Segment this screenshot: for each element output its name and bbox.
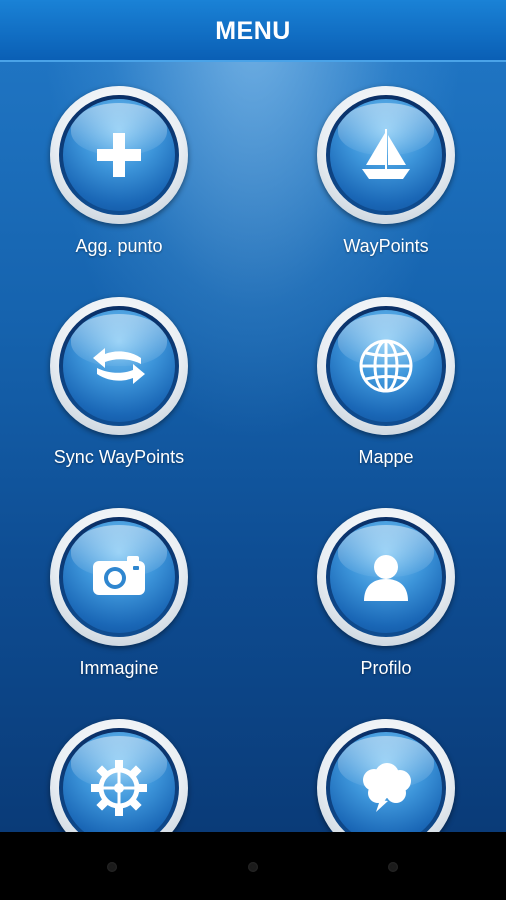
menu-item-waypoints[interactable]: WayPoints <box>286 72 486 262</box>
title-bar: MENU <box>0 0 506 62</box>
camera-icon <box>93 556 145 595</box>
menu-item-add-point[interactable]: Agg. punto <box>19 72 219 262</box>
page-title: MENU <box>215 17 291 45</box>
recents-button[interactable] <box>388 862 398 872</box>
system-nav-bar <box>0 832 506 900</box>
menu-item-label: WayPoints <box>343 236 429 256</box>
menu-item-label: Immagine <box>79 658 159 678</box>
back-button[interactable] <box>107 862 117 872</box>
menu-item-messages[interactable] <box>286 705 486 832</box>
add-point-button[interactable] <box>50 86 188 224</box>
plus-icon <box>97 133 141 177</box>
user-icon <box>364 555 408 601</box>
menu-item-image[interactable]: Immagine <box>19 494 219 684</box>
sailboat-icon <box>362 129 410 179</box>
sync-arrows-icon <box>93 348 145 384</box>
chat-bubble-icon <box>363 763 411 812</box>
profile-button[interactable] <box>317 508 455 646</box>
globe-icon <box>359 339 413 393</box>
waypoints-button[interactable] <box>317 86 455 224</box>
menu-item-label: Mappe <box>358 447 414 467</box>
menu-item-label: Agg. punto <box>75 236 163 256</box>
menu-item-settings[interactable] <box>19 705 219 832</box>
gear-icon <box>91 760 147 816</box>
home-button[interactable] <box>248 862 258 872</box>
menu-item-label: Profilo <box>360 658 412 678</box>
image-button[interactable] <box>50 508 188 646</box>
menu-item-label: Sync WayPoints <box>53 447 185 467</box>
settings-button[interactable] <box>50 719 188 832</box>
menu-item-profile[interactable]: Profilo <box>286 494 486 684</box>
maps-button[interactable] <box>317 297 455 435</box>
sync-waypoints-button[interactable] <box>50 297 188 435</box>
messages-button[interactable] <box>317 719 455 832</box>
menu-item-sync-waypoints[interactable]: Sync WayPoints <box>19 283 219 473</box>
menu-grid: Agg. punto WayPoints Sync WayPoints Mapp… <box>0 62 506 832</box>
menu-item-maps[interactable]: Mappe <box>286 283 486 473</box>
